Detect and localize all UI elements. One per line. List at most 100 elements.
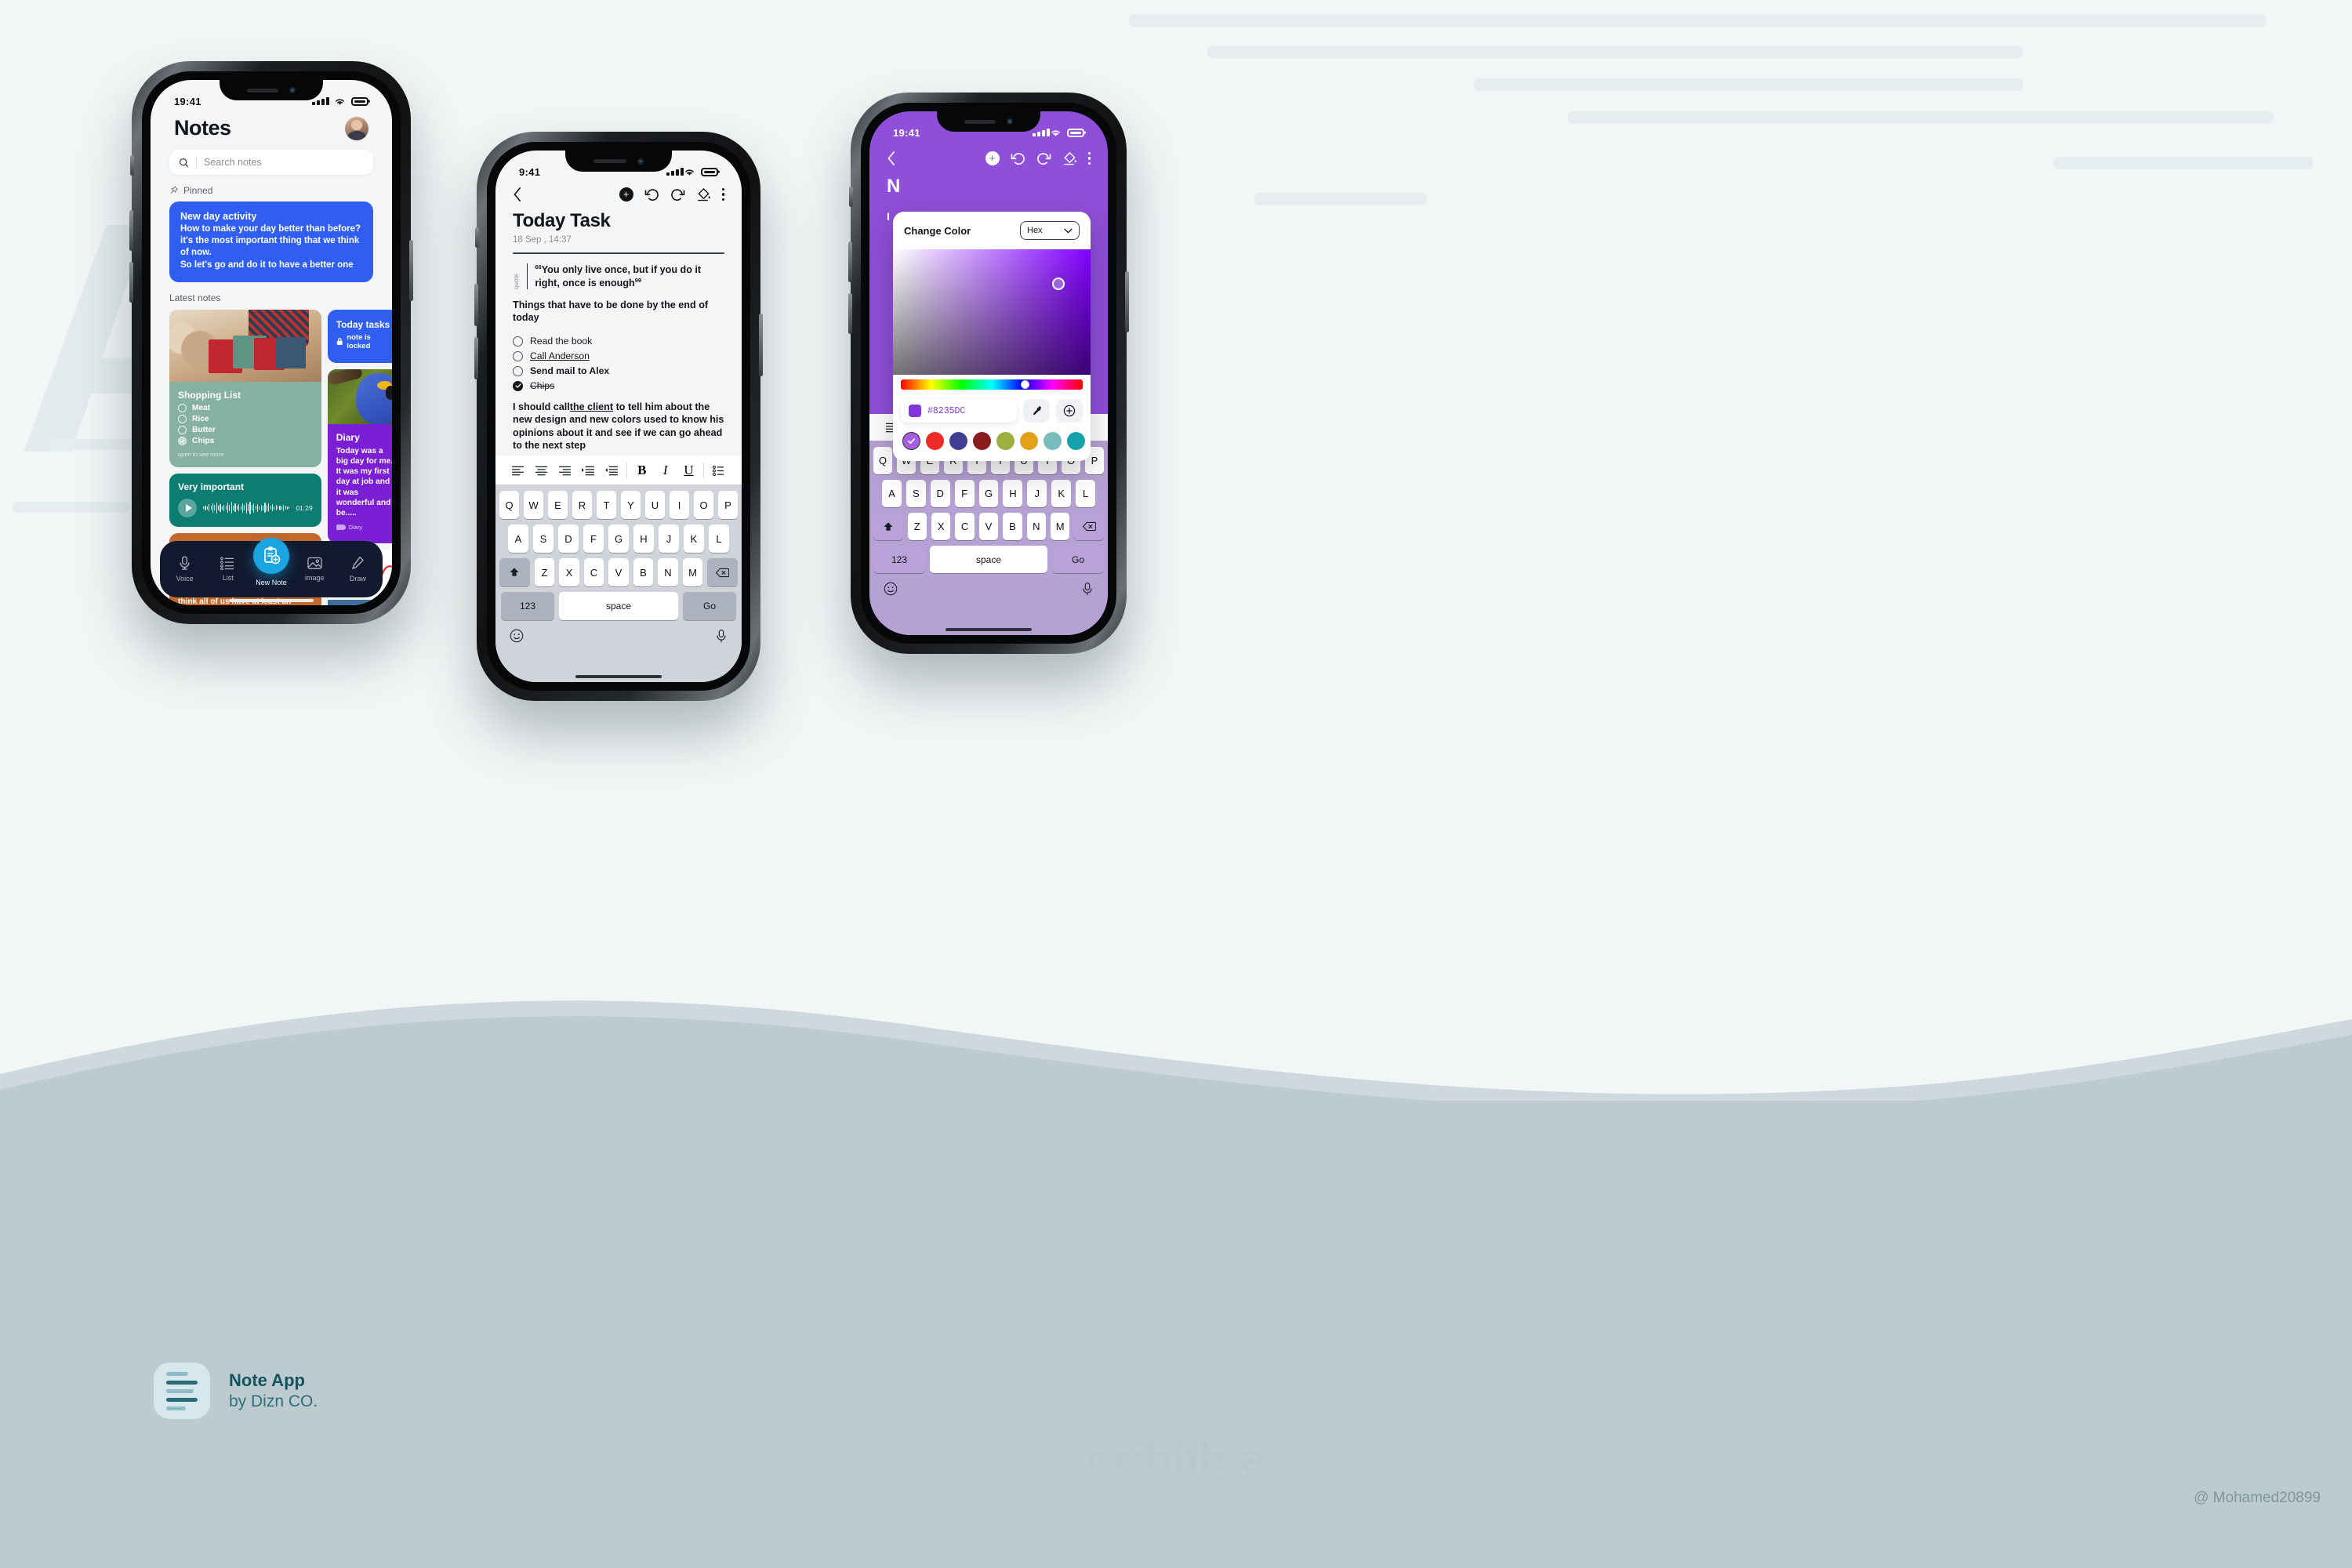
checklist-item[interactable]: Meat xyxy=(178,403,313,412)
avatar[interactable] xyxy=(345,116,368,140)
key-x[interactable]: X xyxy=(559,558,579,586)
key-z[interactable]: Z xyxy=(907,513,927,540)
key-x[interactable]: X xyxy=(931,513,951,540)
chevron-left-icon[interactable] xyxy=(887,151,897,166)
microphone-icon[interactable] xyxy=(715,629,728,644)
pinned-note-card[interactable]: New day activity How to make your day be… xyxy=(169,201,373,282)
paint-bucket-icon[interactable] xyxy=(696,187,711,202)
key-i[interactable]: I xyxy=(670,491,689,519)
key-o[interactable]: O xyxy=(694,491,713,519)
backspace-icon[interactable] xyxy=(707,558,738,586)
nav-item-voice[interactable]: Voice xyxy=(163,556,206,583)
checkbox[interactable] xyxy=(178,414,187,423)
key-r[interactable]: R xyxy=(572,491,592,519)
key-g[interactable]: G xyxy=(608,524,629,553)
paint-bucket-icon[interactable] xyxy=(1062,151,1077,166)
redo-icon[interactable] xyxy=(670,188,685,201)
shift-icon[interactable] xyxy=(873,513,903,540)
undo-icon[interactable] xyxy=(1011,152,1025,165)
checklist-item[interactable]: Butter xyxy=(178,425,313,434)
key-f[interactable]: F xyxy=(583,524,604,553)
key-n[interactable]: N xyxy=(1026,513,1047,540)
key-l[interactable]: L xyxy=(709,524,729,553)
go-key[interactable]: Go xyxy=(1052,546,1104,573)
hex-input[interactable]: #8235DC xyxy=(901,399,1017,423)
note-card-diary[interactable]: Diary Today was a big day for me. It was… xyxy=(327,368,392,544)
add-circle-icon[interactable]: + xyxy=(619,187,633,201)
shift-icon[interactable] xyxy=(499,558,530,586)
key-b[interactable]: B xyxy=(1003,513,1022,540)
key-h[interactable]: H xyxy=(633,524,654,553)
key-f[interactable]: F xyxy=(954,480,975,507)
indent-increase-icon[interactable] xyxy=(576,457,600,484)
saturation-value-picker[interactable] xyxy=(893,249,1091,375)
numbers-key[interactable]: 123 xyxy=(501,592,554,620)
todo-item[interactable]: Read the book xyxy=(513,336,724,347)
space-key[interactable]: space xyxy=(559,592,678,620)
key-d[interactable]: D xyxy=(558,524,579,553)
emoji-icon[interactable] xyxy=(884,582,898,596)
key-m[interactable]: M xyxy=(682,558,703,586)
note-card-today-tasks[interactable]: Today tasks note is locked xyxy=(327,309,392,363)
key-k[interactable]: K xyxy=(684,524,704,553)
key-c[interactable]: C xyxy=(955,513,975,540)
key-v[interactable]: V xyxy=(978,513,999,540)
search-input[interactable]: Search notes xyxy=(169,150,373,175)
checkbox-checked[interactable] xyxy=(178,436,187,445)
key-n[interactable]: N xyxy=(658,558,678,586)
kebab-menu-icon[interactable] xyxy=(721,187,724,201)
key-d[interactable]: D xyxy=(930,480,950,507)
redo-icon[interactable] xyxy=(1036,152,1051,165)
key-l[interactable]: L xyxy=(1076,480,1096,507)
key-q[interactable]: Q xyxy=(499,491,519,519)
key-v[interactable]: V xyxy=(608,558,629,586)
tag-chip[interactable]: Diary xyxy=(336,524,362,531)
align-left-icon[interactable] xyxy=(506,457,530,484)
numbers-key[interactable]: 123 xyxy=(873,546,925,573)
key-a[interactable]: A xyxy=(882,480,902,507)
add-circle-icon[interactable]: + xyxy=(985,151,1000,165)
align-center-icon[interactable] xyxy=(530,457,554,484)
key-a[interactable]: A xyxy=(508,524,528,553)
key-z[interactable]: Z xyxy=(534,558,555,586)
checkbox-checked[interactable] xyxy=(513,380,523,391)
indent-decrease-icon[interactable] xyxy=(600,457,623,484)
key-j[interactable]: J xyxy=(659,524,679,553)
color-swatch[interactable] xyxy=(902,432,920,450)
color-swatch[interactable] xyxy=(926,432,944,450)
color-mode-select[interactable]: Hex xyxy=(1020,221,1080,240)
key-m[interactable]: M xyxy=(1051,513,1070,540)
align-right-icon[interactable] xyxy=(554,457,577,484)
bullet-list-icon[interactable] xyxy=(707,457,731,484)
key-y[interactable]: Y xyxy=(621,491,641,519)
color-swatch[interactable] xyxy=(1067,432,1085,450)
key-u[interactable]: U xyxy=(645,491,665,519)
todo-item[interactable]: Send mail to Alex xyxy=(513,365,724,376)
space-key[interactable]: space xyxy=(930,546,1047,573)
saturation-handle[interactable] xyxy=(1052,278,1065,290)
emoji-icon[interactable] xyxy=(510,629,524,643)
key-s[interactable]: S xyxy=(533,524,554,553)
bold-icon[interactable]: B xyxy=(630,457,654,484)
color-swatch[interactable] xyxy=(949,432,967,450)
checkbox[interactable] xyxy=(178,425,187,434)
microphone-icon[interactable] xyxy=(1081,582,1094,597)
new-note-icon[interactable] xyxy=(253,538,289,574)
key-p[interactable]: P xyxy=(718,491,738,519)
checklist-item[interactable]: Rice xyxy=(178,414,313,423)
color-swatch[interactable] xyxy=(996,432,1014,450)
nav-item-list[interactable]: List xyxy=(206,557,249,582)
body-link[interactable]: the client xyxy=(570,401,613,412)
key-g[interactable]: G xyxy=(978,480,999,507)
play-icon[interactable] xyxy=(178,498,197,517)
note-card-shopping-list[interactable]: Shopping List Meat Rice Butter Chips ope… xyxy=(169,309,321,467)
checkbox[interactable] xyxy=(178,403,187,412)
eyedropper-icon[interactable] xyxy=(1023,399,1050,423)
underline-icon[interactable]: U xyxy=(677,457,701,484)
nav-item-new-note[interactable]: New Note xyxy=(249,538,292,586)
key-h[interactable]: H xyxy=(1003,480,1023,507)
key-s[interactable]: S xyxy=(906,480,926,507)
key-q[interactable]: Q xyxy=(873,447,892,474)
key-e[interactable]: E xyxy=(548,491,568,519)
todo-item[interactable]: Chips xyxy=(513,380,724,391)
